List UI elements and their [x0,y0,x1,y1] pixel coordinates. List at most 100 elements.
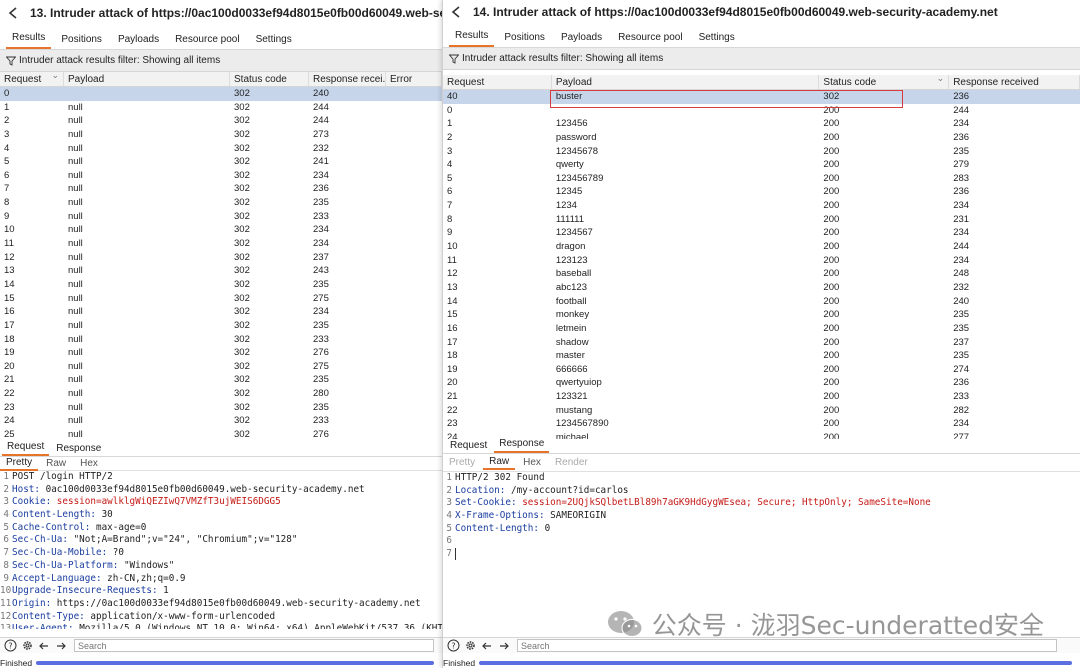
table-row[interactable]: 15 null 302 275 [0,292,442,306]
table-row[interactable]: 7 null 302 236 [0,182,442,196]
table-row[interactable]: 9 null 302 233 [0,210,442,224]
table-row[interactable]: 4 qwerty 200 279 [443,158,1080,172]
table-row[interactable]: 25 null 302 276 [0,428,442,442]
table-row[interactable]: 21 null 302 235 [0,373,442,387]
table-row[interactable]: 23 1234567890 200 234 [443,417,1080,431]
table-row[interactable]: 5 123456789 200 283 [443,172,1080,186]
column-response-received[interactable]: Response received [949,75,1080,89]
table-cell: 302 [234,319,250,331]
table-row[interactable]: 0 200 244 [443,104,1080,118]
table-row[interactable]: 22 null 302 280 [0,387,442,401]
table-row[interactable]: 1 null 302 244 [0,101,442,115]
tab-payloads[interactable]: Payloads [555,32,608,47]
column-request[interactable]: Request [0,72,64,86]
column-payload[interactable]: Payload [552,75,820,89]
table-row[interactable]: 8 111111 200 231 [443,213,1080,227]
tab-render[interactable]: Render [549,456,594,469]
table-row[interactable]: 11 123123 200 234 [443,254,1080,268]
table-row[interactable]: 12 baseball 200 248 [443,267,1080,281]
column-payload[interactable]: Payload [64,72,230,86]
results-filter-bar[interactable]: Intruder attack results filter: Showing … [443,48,1080,70]
column-request[interactable]: Request [443,75,552,89]
table-row[interactable]: 10 null 302 234 [0,223,442,237]
tab-hex[interactable]: Hex [74,457,104,470]
table-row[interactable]: 9 1234567 200 234 [443,226,1080,240]
tab-pretty[interactable]: Pretty [443,456,481,469]
tab-settings[interactable]: Settings [250,34,298,49]
table-row[interactable]: 14 football 200 240 [443,295,1080,309]
tab-resource-pool[interactable]: Resource pool [169,34,245,49]
table-row[interactable]: 7 1234 200 234 [443,199,1080,213]
table-row[interactable]: 5 null 302 241 [0,155,442,169]
table-row[interactable]: 15 monkey 200 235 [443,308,1080,322]
table-row[interactable]: 1 123456 200 234 [443,117,1080,131]
arrow-right-icon[interactable] [54,639,68,653]
table-cell: mustang [555,404,593,416]
results-filter-bar[interactable]: Intruder attack results filter: Showing … [0,50,442,72]
gear-icon[interactable] [463,639,477,653]
request-editor[interactable]: 1 POST /login HTTP/2 2 Host: 0ac100d0033ef9… [0,471,442,629]
table-row[interactable]: 23 null 302 235 [0,401,442,415]
back-arrow-icon[interactable] [449,4,465,20]
table-row[interactable]: 20 qwertyuiop 200 236 [443,376,1080,390]
column-response-received[interactable]: Response recei... [309,72,386,86]
column-status-code[interactable]: Status code [819,75,950,89]
search-input[interactable] [74,639,434,652]
table-row[interactable]: 16 letmein 200 235 [443,322,1080,336]
table-row[interactable]: 19 null 302 276 [0,346,442,360]
editor-line: 11Origin: https://0ac100d0033ef94d8015e0… [0,597,421,609]
table-row[interactable]: 17 null 302 235 [0,319,442,333]
table-row[interactable]: 18 null 302 233 [0,333,442,347]
table-row[interactable]: 14 null 302 235 [0,278,442,292]
table-row[interactable]: 2 null 302 244 [0,114,442,128]
tab-results[interactable]: Results [449,30,495,47]
table-row[interactable]: 3 null 302 273 [0,128,442,142]
table-row[interactable]: 13 abc123 200 232 [443,281,1080,295]
tab-raw[interactable]: Raw [40,457,72,470]
table-row[interactable]: 0 302 240 [0,87,442,101]
help-icon[interactable]: ? [446,639,460,653]
column-error[interactable]: Error [386,72,442,86]
tab-resource-pool[interactable]: Resource pool [612,32,688,47]
tab-request[interactable]: Request [445,440,492,453]
tab-payloads[interactable]: Payloads [112,34,165,49]
table-row[interactable]: 11 null 302 234 [0,237,442,251]
tab-positions[interactable]: Positions [55,34,108,49]
table-row[interactable]: 6 null 302 234 [0,169,442,183]
arrow-left-icon[interactable] [37,639,51,653]
table-row[interactable]: 24 null 302 233 [0,414,442,428]
table-row[interactable]: 10 dragon 200 244 [443,240,1080,254]
table-row[interactable]: 13 null 302 243 [0,264,442,278]
tab-results[interactable]: Results [6,32,52,49]
tab-pretty[interactable]: Pretty [0,456,39,471]
table-cell: 9 [4,210,10,222]
table-row[interactable]: 18 master 200 235 [443,349,1080,363]
tab-positions[interactable]: Positions [498,32,551,47]
table-row[interactable]: 17 shadow 200 237 [443,336,1080,350]
table-row[interactable]: 4 null 302 232 [0,142,442,156]
column-status-code[interactable]: Status code [230,72,309,86]
tab-hex[interactable]: Hex [517,456,547,469]
tab-response[interactable]: Response [51,443,106,456]
table-row[interactable]: 12 null 302 237 [0,251,442,265]
help-icon[interactable]: ? [3,639,17,653]
gear-icon[interactable] [20,639,34,653]
table-row[interactable]: 24 michael 200 277 [443,431,1080,439]
arrow-left-icon[interactable] [480,639,494,653]
table-row[interactable]: 21 123321 200 233 [443,390,1080,404]
table-row[interactable]: 6 12345 200 236 [443,185,1080,199]
table-row[interactable]: 16 null 302 234 [0,305,442,319]
tab-raw[interactable]: Raw [483,455,516,470]
table-row[interactable]: 2 password 200 236 [443,131,1080,145]
table-row[interactable]: 3 12345678 200 235 [443,145,1080,159]
back-arrow-icon[interactable] [6,5,22,21]
tab-response[interactable]: Response [494,438,550,453]
table-row[interactable]: 22 mustang 200 282 [443,404,1080,418]
table-row[interactable]: 19 666666 200 274 [443,363,1080,377]
table-row[interactable]: 40 buster 302 236 [443,90,1080,104]
tab-request[interactable]: Request [2,441,50,456]
tab-settings[interactable]: Settings [693,32,741,47]
table-row[interactable]: 20 null 302 275 [0,360,442,374]
table-row[interactable]: 8 null 302 235 [0,196,442,210]
arrow-right-icon[interactable] [497,639,511,653]
